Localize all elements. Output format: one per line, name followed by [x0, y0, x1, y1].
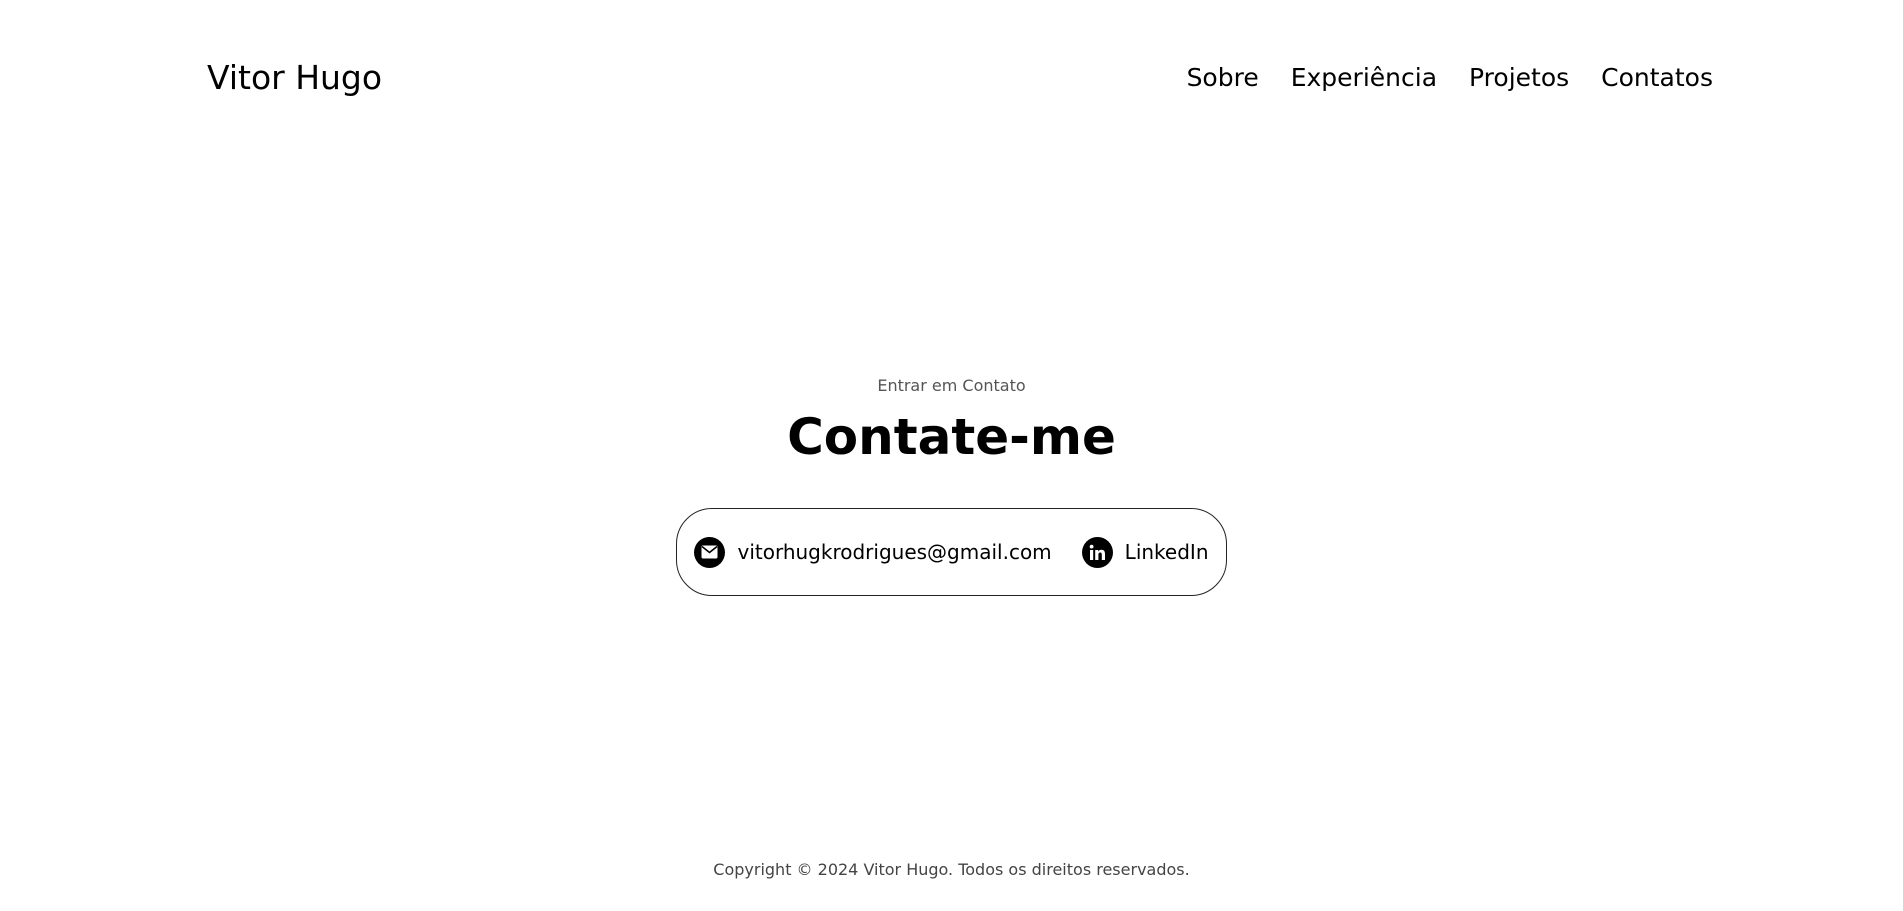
contact-section: Entrar em Contato Contate-me vitorhugkro…: [0, 375, 1903, 596]
nav-link-sobre[interactable]: Sobre: [1187, 63, 1259, 92]
site-logo[interactable]: Vitor Hugo: [207, 58, 382, 97]
contact-info-box: vitorhugkrodrigues@gmail.com LinkedIn: [676, 508, 1227, 596]
top-navigation: Vitor Hugo Sobre Experiência Projetos Co…: [207, 56, 1713, 98]
email-icon: [694, 536, 726, 568]
linkedin-label: LinkedIn: [1124, 540, 1209, 564]
nav-link-contatos[interactable]: Contatos: [1601, 63, 1713, 92]
contact-title: Contate-me: [787, 408, 1116, 466]
linkedin-link[interactable]: LinkedIn: [1081, 536, 1209, 568]
nav-links: Sobre Experiência Projetos Contatos: [1187, 63, 1713, 92]
footer-copyright: Copyright © 2024 Vitor Hugo. Todos os di…: [713, 860, 1190, 879]
linkedin-icon: [1081, 536, 1113, 568]
nav-link-experiencia[interactable]: Experiência: [1291, 63, 1437, 92]
page: Vitor Hugo Sobre Experiência Projetos Co…: [0, 0, 1903, 911]
contact-subtitle: Entrar em Contato: [877, 376, 1026, 395]
nav-link-projetos[interactable]: Projetos: [1469, 63, 1569, 92]
email-link[interactable]: vitorhugkrodrigues@gmail.com: [694, 536, 1052, 568]
email-address: vitorhugkrodrigues@gmail.com: [737, 540, 1052, 564]
